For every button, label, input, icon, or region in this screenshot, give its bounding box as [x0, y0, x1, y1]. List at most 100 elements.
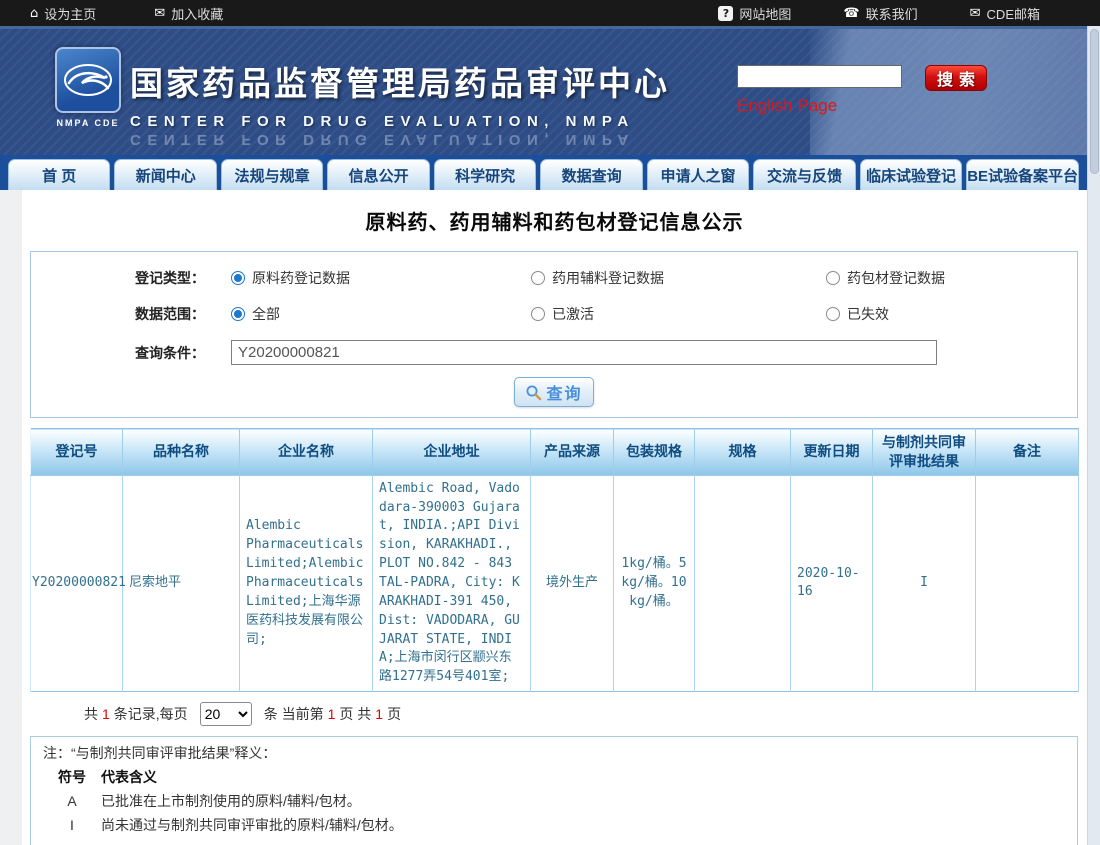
radio-label: 原料药登记数据	[252, 268, 350, 288]
query-condition-input[interactable]	[231, 340, 937, 365]
col-reg-no: 登记号	[31, 429, 123, 476]
col-company: 企业名称	[240, 429, 373, 476]
nav-tab-news[interactable]: 新闻中心	[114, 159, 216, 190]
col-source: 产品来源	[531, 429, 614, 476]
site-title-en-reflection: CENTER FOR DRUG EVALUATION, NMPA	[130, 131, 670, 148]
query-button[interactable]: 查询	[514, 377, 593, 407]
notes-meaning: 已批准在上市制剂使用的原料/辅料/包材。	[101, 791, 361, 812]
data-scope-label: 数据范围：	[31, 304, 231, 324]
pager-text: 页 共	[339, 704, 371, 724]
sitemap-label: 网站地图	[739, 4, 791, 23]
add-favorite-link[interactable]: ✉ 加入收藏	[154, 4, 223, 23]
nav-tab-info-disclosure[interactable]: 信息公开	[327, 159, 429, 190]
radio-icon	[826, 271, 840, 285]
query-button-label: 查询	[546, 380, 582, 404]
query-form: 登记类型： 原料药登记数据 药用辅料登记数据 药包材登记数据 数据范围：	[30, 251, 1078, 418]
cell-spec	[695, 475, 791, 691]
radio-label: 药用辅料登记数据	[552, 268, 664, 288]
total-pages: 1	[375, 706, 383, 722]
table-header-row: 登记号 品种名称 企业名称 企业地址 产品来源 包装规格 规格 更新日期 与制剂…	[31, 429, 1079, 476]
page-title: 原料药、药用辅料和药包材登记信息公示	[22, 206, 1087, 235]
col-packing: 包装规格	[614, 429, 695, 476]
site-search-button[interactable]: 搜索	[925, 65, 987, 91]
results-table: 登记号 品种名称 企业名称 企业地址 产品来源 包装规格 规格 更新日期 与制剂…	[30, 428, 1079, 692]
mail-icon: ✉	[970, 6, 981, 21]
contact-link[interactable]: ☎ 联系我们	[843, 4, 917, 23]
scrollbar-thumb[interactable]	[1090, 29, 1099, 174]
question-icon: ?	[718, 6, 733, 21]
cell-company: Alembic Pharmaceuticals Limited;Alembic …	[240, 475, 373, 691]
cell-packing: 1kg/桶。5kg/桶。10kg/桶。	[614, 475, 695, 691]
nav-tab-regulations[interactable]: 法规与规章	[221, 159, 323, 190]
notes-col-symbol: 符号	[43, 767, 101, 788]
phone-icon: ☎	[843, 6, 859, 21]
radio-icon	[231, 271, 245, 285]
cde-swan-logo-icon	[55, 47, 121, 113]
notes-col-meaning: 代表含义	[101, 767, 157, 788]
col-spec: 规格	[695, 429, 791, 476]
magnifier-icon	[525, 384, 542, 401]
notes-row-i: I 尚未通过与制剂共同审评审批的原料/辅料/包材。	[43, 815, 1065, 836]
top-utility-bar: ⌂ 设为主页 ✉ 加入收藏 ? 网站地图 ☎ 联系我们 ✉ CDE邮箱	[0, 0, 1100, 26]
radio-icon	[531, 271, 545, 285]
nav-tab-data-query[interactable]: 数据查询	[540, 159, 642, 190]
contact-label: 联系我们	[866, 4, 918, 23]
reg-type-label: 登记类型：	[31, 268, 231, 288]
radio-option-api-data[interactable]: 原料药登记数据	[231, 268, 531, 288]
site-search-input[interactable]	[737, 65, 902, 88]
cde-mail-link[interactable]: ✉ CDE邮箱	[970, 4, 1040, 23]
record-count: 1	[102, 706, 110, 722]
logo-caption: NMPA CDE	[52, 118, 124, 128]
current-page: 1	[328, 706, 336, 722]
cell-updated: 2020-10-16	[791, 475, 873, 691]
cde-mail-label: CDE邮箱	[987, 4, 1040, 23]
radio-option-excipient-data[interactable]: 药用辅料登记数据	[531, 268, 826, 288]
nav-tab-be-platform[interactable]: BE试验备案平台	[966, 159, 1079, 190]
radio-label: 已激活	[552, 304, 594, 324]
col-review-result: 与制剂共同审评审批结果	[873, 429, 976, 476]
col-address: 企业地址	[373, 429, 531, 476]
sitemap-link[interactable]: ? 网站地图	[718, 4, 791, 23]
radio-icon	[826, 307, 840, 321]
query-condition-label: 查询条件：	[31, 343, 231, 363]
radio-option-all[interactable]: 全部	[231, 304, 531, 324]
nav-tab-feedback[interactable]: 交流与反馈	[753, 159, 855, 190]
radio-option-expired[interactable]: 已失效	[826, 304, 1077, 324]
pager-text: 条 当前第	[264, 704, 324, 724]
site-logo[interactable]: NMPA CDE	[52, 47, 124, 128]
english-page-link[interactable]: English Page	[737, 96, 837, 116]
envelope-icon: ✉	[154, 6, 165, 21]
nav-tab-clinical-trial[interactable]: 临床试验登记	[860, 159, 962, 190]
cell-address: Alembic Road, Vadodara-390003 Gujarat, I…	[373, 475, 531, 691]
pager-text: 共	[84, 704, 98, 724]
main-nav: 首 页 新闻中心 法规与规章 信息公开 科学研究 数据查询 申请人之窗 交流与反…	[0, 155, 1087, 190]
col-updated: 更新日期	[791, 429, 873, 476]
radio-label: 药包材登记数据	[847, 268, 945, 288]
radio-icon	[531, 307, 545, 321]
nav-tab-home[interactable]: 首 页	[8, 159, 110, 190]
radio-option-activated[interactable]: 已激活	[531, 304, 826, 324]
radio-label: 已失效	[847, 304, 889, 324]
set-homepage-link[interactable]: ⌂ 设为主页	[30, 4, 96, 23]
site-title-cn: 国家药品监督管理局药品审评中心	[130, 57, 670, 105]
nav-tab-science[interactable]: 科学研究	[434, 159, 536, 190]
legend-notes: 注：“与制剂共同审评审批结果”释义： 符号 代表含义 A 已批准在上市制剂使用的…	[30, 736, 1078, 845]
notes-row-a: A 已批准在上市制剂使用的原料/辅料/包材。	[43, 791, 1065, 812]
cell-product-name: 尼索地平	[123, 475, 240, 691]
cell-source: 境外生产	[531, 475, 614, 691]
cell-remark	[976, 475, 1079, 691]
pager-text: 页	[387, 704, 401, 724]
col-remark: 备注	[976, 429, 1079, 476]
per-page-select[interactable]: 20	[200, 702, 252, 726]
table-row: Y20200000821 尼索地平 Alembic Pharmaceutical…	[31, 475, 1079, 691]
notes-meaning: 尚未通过与制剂共同审评审批的原料/辅料/包材。	[101, 815, 403, 836]
radio-option-packaging-data[interactable]: 药包材登记数据	[826, 268, 1077, 288]
vertical-scrollbar[interactable]	[1087, 26, 1100, 845]
col-product-name: 品种名称	[123, 429, 240, 476]
home-icon: ⌂	[30, 6, 38, 21]
pagination: 共 1 条记录,每页 20 条 当前第 1 页 共 1 页	[22, 692, 1087, 732]
radio-label: 全部	[252, 304, 280, 324]
nav-tab-applicant[interactable]: 申请人之窗	[647, 159, 749, 190]
cell-reg-no: Y20200000821	[31, 475, 123, 691]
radio-icon	[231, 307, 245, 321]
